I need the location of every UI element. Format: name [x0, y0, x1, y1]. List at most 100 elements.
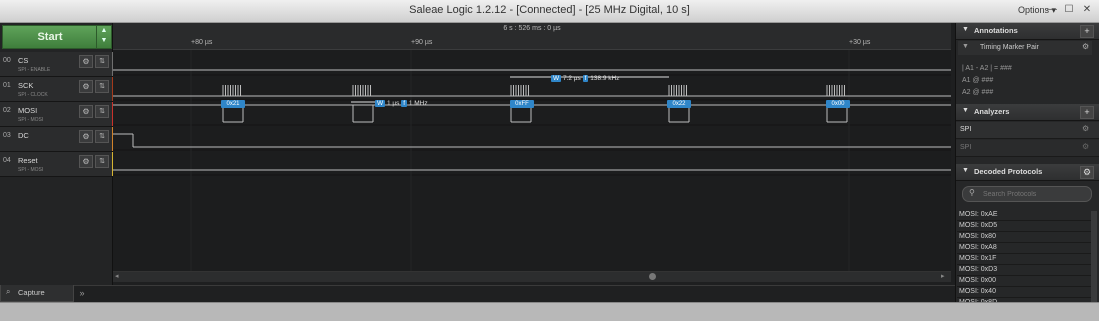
waveform-area[interactable] [113, 50, 951, 271]
analyzer-name: SPI [960, 144, 972, 151]
decoded-row[interactable]: MOSI: 0xAE [957, 210, 1091, 221]
analyzer-name: SPI [960, 126, 972, 133]
frequency-value: 1 MHz [408, 100, 428, 107]
marker-a1: A1 @ ### [962, 77, 994, 84]
gear-icon[interactable]: ⚙ [1082, 124, 1089, 133]
decode-bubble[interactable]: 0x22 [667, 100, 691, 108]
channel-analyzer-tag: SPI - ENABLE [18, 67, 51, 73]
width-badge: W [375, 100, 386, 107]
channel-number: 02 [3, 107, 11, 114]
channel-name[interactable]: Reset [18, 156, 38, 165]
add-analyzer-button[interactable]: + [1080, 106, 1094, 119]
channel-number: 03 [3, 132, 11, 139]
channel-number: 00 [3, 57, 11, 64]
channel-number: 04 [3, 157, 11, 164]
collapse-icon[interactable]: ▼ [962, 26, 969, 33]
gear-icon[interactable]: ⚙ [1082, 142, 1089, 151]
gear-icon[interactable]: ⚙ [79, 155, 93, 168]
channel-name[interactable]: DC [18, 131, 29, 140]
decoded-settings-button[interactable]: ⚙ [1080, 166, 1094, 179]
width-value: 7.2 µs [562, 75, 581, 82]
window-title: Saleae Logic 1.2.12 - [Connected] - [25 … [409, 4, 690, 16]
search-protocols-box[interactable]: ⚲ [962, 186, 1092, 202]
trigger-icon[interactable]: ⇅ [95, 105, 109, 118]
horizontal-scrollbar[interactable]: ◂ ▸ [113, 271, 951, 282]
channel-analyzer-tag: SPI - MOSI [18, 167, 44, 173]
decoded-row[interactable]: MOSI: 0x1F [957, 254, 1091, 265]
start-button[interactable]: Start [2, 25, 98, 49]
channel-name[interactable]: SCK [18, 81, 33, 90]
search-icon: ⚲ [969, 188, 975, 197]
capture-tab-label: Capture [18, 288, 45, 297]
timeline-header[interactable]: 6 s : 526 ms : 0 µs +80 µs +90 µs +30 µs [113, 23, 951, 50]
channel-row-dc[interactable]: 03 DC ⚙ ⇅ [0, 127, 114, 152]
decoded-vertical-scrollbar[interactable] [1091, 211, 1097, 302]
section-title: Decoded Protocols [974, 167, 1043, 176]
channel-row-mosi[interactable]: 02 MOSI SPI - MOSI ⚙ ⇅ [0, 102, 114, 127]
decoded-row[interactable]: MOSI: 0x40 [957, 287, 1091, 298]
frequency-badge: f [401, 100, 407, 107]
analyzer-item[interactable]: SPI ⚙ [956, 140, 1099, 157]
marker-pair-label: Timing Marker Pair [980, 44, 1039, 51]
time-tick: +80 µs [191, 39, 213, 46]
decoded-protocols-header[interactable]: ▼ Decoded Protocols ⚙ [956, 164, 1099, 181]
marker-a2: A2 @ ### [962, 89, 994, 96]
marker-formula: | A1 - A2 | = ### [962, 65, 1012, 72]
add-annotation-button[interactable]: + [1080, 25, 1094, 38]
filter-icon: ▼ [962, 43, 969, 50]
long-measurement: W 7.2 µs f 138.9 kHz [551, 75, 620, 82]
waveform-svg [113, 50, 951, 271]
decoded-row[interactable]: MOSI: 0xA8 [957, 243, 1091, 254]
more-tabs-button[interactable]: » [74, 285, 90, 301]
short-measurement: W 1 µs f 1 MHz [375, 100, 428, 107]
trigger-icon[interactable]: ⇅ [95, 55, 109, 68]
scroll-left-arrow[interactable]: ◂ [115, 272, 119, 280]
section-title: Analyzers [974, 107, 1010, 116]
trigger-icon[interactable]: ⇅ [95, 80, 109, 93]
start-options-arrows[interactable]: ▲ ▼ [96, 25, 112, 49]
absolute-time: 6 s : 526 ms : 0 µs [503, 25, 561, 32]
time-tick: +90 µs [411, 39, 433, 46]
decoded-row[interactable]: MOSI: 0x00 [957, 276, 1091, 287]
width-value: 1 µs [386, 100, 400, 107]
scroll-thumb[interactable] [649, 273, 656, 280]
gear-icon[interactable]: ⚙ [79, 130, 93, 143]
frequency-badge: f [582, 75, 589, 82]
analyzers-header[interactable]: ▼ Analyzers + [956, 104, 1099, 121]
decoded-row[interactable]: MOSI: 0x80 [957, 232, 1091, 243]
minimize-button[interactable]: — [1045, 4, 1059, 16]
capture-icon: ⌕ [6, 287, 11, 296]
gear-icon[interactable]: ⚙ [79, 80, 93, 93]
channel-name[interactable]: CS [18, 56, 28, 65]
analyzer-item[interactable]: SPI ⚙ [956, 122, 1099, 139]
capture-tab[interactable]: ⌕ Capture [0, 285, 74, 302]
width-badge: W [551, 75, 562, 82]
channel-name[interactable]: MOSI [18, 106, 37, 115]
bottom-tab-bar [0, 285, 955, 303]
decode-bubble[interactable]: 0x00 [826, 100, 850, 108]
decoded-row[interactable]: MOSI: 0xD5 [957, 221, 1091, 232]
maximize-button[interactable]: ☐ [1062, 4, 1076, 16]
close-button[interactable]: ✕ [1080, 4, 1094, 16]
decode-bubble[interactable]: 0xFF [510, 100, 534, 108]
decoded-row[interactable]: MOSI: 0xD3 [957, 265, 1091, 276]
gear-icon[interactable]: ⚙ [79, 105, 93, 118]
gear-icon[interactable]: ⚙ [1082, 42, 1089, 51]
trigger-icon[interactable]: ⇅ [95, 155, 109, 168]
search-input[interactable] [981, 188, 1089, 201]
frequency-value: 138.9 kHz [590, 75, 620, 82]
scroll-right-arrow[interactable]: ▸ [941, 272, 945, 280]
marker-pair-item[interactable]: ▼ Timing Marker Pair ⚙ [958, 41, 1092, 55]
channel-analyzer-tag: SPI - MOSI [18, 117, 44, 123]
gear-icon[interactable]: ⚙ [79, 55, 93, 68]
channel-number: 01 [3, 82, 11, 89]
annotations-header[interactable]: ▼ Annotations + [956, 23, 1099, 40]
collapse-icon[interactable]: ▼ [962, 107, 969, 114]
channel-row-sck[interactable]: 01 SCK SPI - CLOCK ⚙ ⇅ [0, 77, 114, 102]
collapse-icon[interactable]: ▼ [962, 167, 969, 174]
channel-row-reset[interactable]: 04 Reset SPI - MOSI ⚙ ⇅ [0, 152, 114, 177]
channel-row-cs[interactable]: 00 CS SPI - ENABLE ⚙ ⇅ [0, 52, 114, 77]
section-title: Annotations [974, 26, 1018, 35]
decode-bubble[interactable]: 0x21 [221, 100, 245, 108]
trigger-icon[interactable]: ⇅ [95, 130, 109, 143]
